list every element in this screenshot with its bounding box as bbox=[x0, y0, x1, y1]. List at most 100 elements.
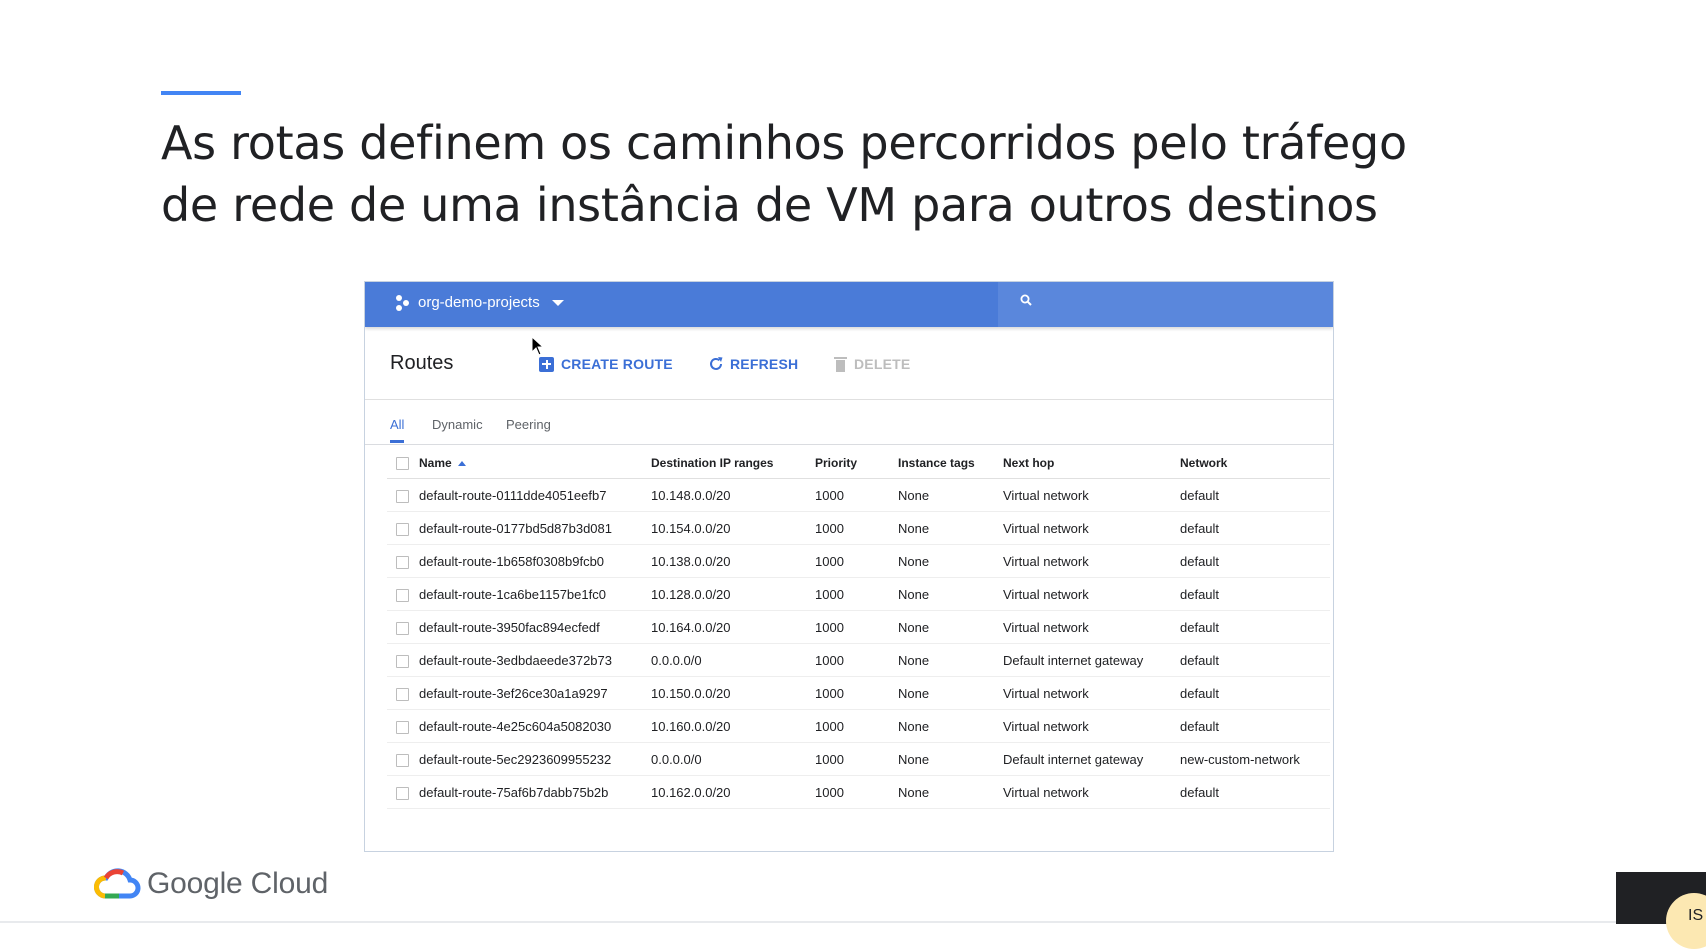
create-route-button[interactable]: CREATE ROUTE bbox=[539, 356, 673, 372]
trash-icon bbox=[834, 356, 847, 372]
accent-line bbox=[161, 91, 241, 95]
next-hop-cell: Virtual network bbox=[1003, 577, 1180, 611]
next-hop-cell: Virtual network bbox=[1003, 709, 1180, 743]
destination-cell: 10.138.0.0/20 bbox=[651, 544, 815, 578]
column-header-priority: Priority bbox=[815, 448, 898, 479]
routes-table: Name Destination IP ranges Priority Inst… bbox=[387, 448, 1330, 809]
project-name: org-demo-projects bbox=[418, 294, 540, 311]
destination-cell: 10.154.0.0/20 bbox=[651, 511, 815, 545]
next-hop-cell: Virtual network bbox=[1003, 544, 1180, 578]
instance-tags-cell: None bbox=[898, 511, 1003, 545]
delete-label: DELETE bbox=[854, 356, 911, 372]
table-row[interactable]: default-route-4e25c604a5082030 10.160.0.0… bbox=[387, 709, 1330, 743]
tab-dynamic[interactable]: Dynamic bbox=[432, 417, 483, 432]
row-checkbox[interactable] bbox=[396, 753, 409, 767]
destination-cell: 10.128.0.0/20 bbox=[651, 577, 815, 611]
route-name-cell[interactable]: default-route-3ef26ce30a1a9297 bbox=[419, 676, 651, 710]
search-bar[interactable] bbox=[998, 282, 1333, 327]
column-header-name[interactable]: Name bbox=[419, 448, 651, 479]
network-cell[interactable]: default bbox=[1180, 676, 1330, 710]
table-row[interactable]: default-route-3950fac894ecfedf 10.164.0.0… bbox=[387, 610, 1330, 644]
table-row[interactable]: default-route-5ec2923609955232 0.0.0.0/0 1… bbox=[387, 742, 1330, 776]
refresh-button[interactable]: REFRESH bbox=[708, 356, 798, 372]
destination-cell: 10.160.0.0/20 bbox=[651, 709, 815, 743]
route-name-cell[interactable]: default-route-3950fac894ecfedf bbox=[419, 610, 651, 644]
instance-tags-cell: None bbox=[898, 610, 1003, 644]
project-selector[interactable]: org-demo-projects bbox=[396, 294, 564, 311]
next-hop-cell: Default internet gateway bbox=[1003, 643, 1180, 677]
table-row[interactable]: default-route-3ef26ce30a1a9297 10.150.0.0… bbox=[387, 676, 1330, 710]
instance-tags-cell: None bbox=[898, 742, 1003, 776]
priority-cell: 1000 bbox=[815, 610, 898, 644]
destination-cell: 10.148.0.0/20 bbox=[651, 478, 815, 512]
route-name-cell[interactable]: default-route-75af6b7dabb75b2b bbox=[419, 775, 651, 809]
row-checkbox[interactable] bbox=[396, 588, 409, 602]
network-cell[interactable]: default bbox=[1180, 511, 1330, 545]
network-cell[interactable]: default bbox=[1180, 709, 1330, 743]
active-tab-indicator bbox=[390, 440, 404, 443]
instance-tags-cell: None bbox=[898, 676, 1003, 710]
route-name-cell[interactable]: default-route-1b658f0308b9fcb0 bbox=[419, 544, 651, 578]
checkbox-cell bbox=[387, 544, 419, 578]
checkbox-cell bbox=[387, 676, 419, 710]
row-checkbox[interactable] bbox=[396, 720, 409, 734]
priority-cell: 1000 bbox=[815, 544, 898, 578]
slide-title-line-1: As rotas definem os caminhos percorridos… bbox=[161, 116, 1407, 170]
priority-cell: 1000 bbox=[815, 742, 898, 776]
row-checkbox[interactable] bbox=[396, 687, 409, 701]
instance-tags-cell: None bbox=[898, 643, 1003, 677]
table-row[interactable]: default-route-1ca6be1157be1fc0 10.128.0.0… bbox=[387, 577, 1330, 611]
table-row[interactable]: default-route-75af6b7dabb75b2b 10.162.0.0… bbox=[387, 775, 1330, 809]
route-name-cell[interactable]: default-route-0111dde4051eefb7 bbox=[419, 478, 651, 512]
next-hop-cell: Virtual network bbox=[1003, 676, 1180, 710]
route-name-cell[interactable]: default-route-4e25c604a5082030 bbox=[419, 709, 651, 743]
network-cell[interactable]: default bbox=[1180, 775, 1330, 809]
slide-title-line-2: de rede de uma instância de VM para outr… bbox=[161, 178, 1378, 232]
route-name-cell[interactable]: default-route-1ca6be1157be1fc0 bbox=[419, 577, 651, 611]
network-cell[interactable]: new-custom-network bbox=[1180, 742, 1330, 776]
next-hop-cell: Virtual network bbox=[1003, 775, 1180, 809]
priority-cell: 1000 bbox=[815, 775, 898, 809]
table-row[interactable]: default-route-1b658f0308b9fcb0 10.138.0.0… bbox=[387, 544, 1330, 578]
page-title: Routes bbox=[390, 352, 454, 374]
mouse-pointer-icon bbox=[531, 336, 545, 356]
delete-button[interactable]: DELETE bbox=[834, 356, 910, 372]
network-cell[interactable]: default bbox=[1180, 610, 1330, 644]
row-checkbox[interactable] bbox=[396, 786, 409, 800]
next-hop-cell: Virtual network bbox=[1003, 478, 1180, 512]
footer-divider bbox=[0, 921, 1706, 923]
destination-cell: 0.0.0.0/0 bbox=[651, 643, 815, 677]
search-icon bbox=[1020, 294, 1032, 306]
row-checkbox[interactable] bbox=[396, 522, 409, 536]
table-row[interactable]: default-route-3edbdaeede372b73 0.0.0.0/0 1… bbox=[387, 643, 1330, 677]
checkbox-cell bbox=[387, 577, 419, 611]
google-cloud-icon bbox=[94, 868, 141, 899]
instance-tags-cell: None bbox=[898, 775, 1003, 809]
row-checkbox[interactable] bbox=[396, 654, 409, 668]
routes-toolbar: Routes CREATE ROUTE REFRESH DELETE bbox=[365, 327, 1333, 400]
table-row[interactable]: default-route-0111dde4051eefb7 10.148.0.0… bbox=[387, 478, 1330, 512]
network-cell[interactable]: default bbox=[1180, 478, 1330, 512]
tab-all[interactable]: All bbox=[390, 417, 404, 432]
tab-peering[interactable]: Peering bbox=[506, 417, 551, 432]
route-name-cell[interactable]: default-route-0177bd5d87b3d081 bbox=[419, 511, 651, 545]
checkbox-cell bbox=[387, 742, 419, 776]
network-cell[interactable]: default bbox=[1180, 643, 1330, 677]
row-checkbox[interactable] bbox=[396, 621, 409, 635]
priority-cell: 1000 bbox=[815, 478, 898, 512]
row-checkbox[interactable] bbox=[396, 489, 409, 503]
next-hop-cell: Default internet gateway bbox=[1003, 742, 1180, 776]
priority-cell: 1000 bbox=[815, 643, 898, 677]
network-cell[interactable]: default bbox=[1180, 577, 1330, 611]
slide-title: As rotas definem os caminhos percorridos… bbox=[161, 112, 1541, 236]
route-tabs: All Dynamic Peering bbox=[365, 413, 1333, 445]
table-row[interactable]: default-route-0177bd5d87b3d081 10.154.0.0… bbox=[387, 511, 1330, 545]
instance-tags-cell: None bbox=[898, 709, 1003, 743]
route-name-cell[interactable]: default-route-3edbdaeede372b73 bbox=[419, 643, 651, 677]
row-checkbox[interactable] bbox=[396, 555, 409, 569]
select-all-checkbox[interactable] bbox=[396, 457, 409, 471]
destination-cell: 10.162.0.0/20 bbox=[651, 775, 815, 809]
checkbox-cell bbox=[387, 709, 419, 743]
network-cell[interactable]: default bbox=[1180, 544, 1330, 578]
route-name-cell[interactable]: default-route-5ec2923609955232 bbox=[419, 742, 651, 776]
